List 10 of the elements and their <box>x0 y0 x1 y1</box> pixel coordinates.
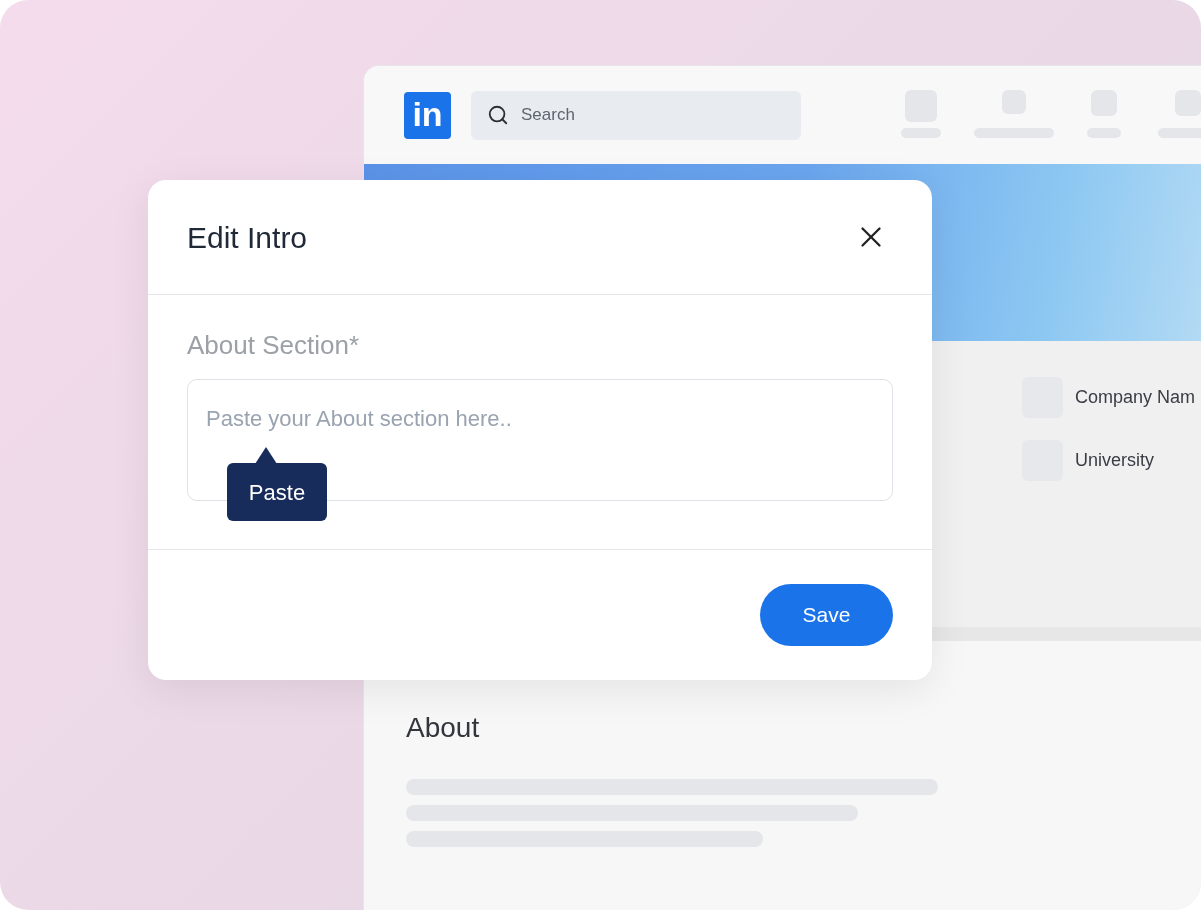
dialog-title: Edit Intro <box>187 219 308 256</box>
profile-detail: Company Nam <box>1075 386 1196 409</box>
section-title: About <box>406 711 481 745</box>
logo[interactable]: in <box>404 91 451 139</box>
field-label: About Section* <box>187 329 360 361</box>
tooltip-pointer-icon <box>255 447 277 464</box>
profile-detail: University <box>1075 449 1154 472</box>
save-button[interactable]: Save <box>760 584 893 646</box>
search-field[interactable]: Search <box>471 90 801 140</box>
search-icon <box>487 103 509 126</box>
